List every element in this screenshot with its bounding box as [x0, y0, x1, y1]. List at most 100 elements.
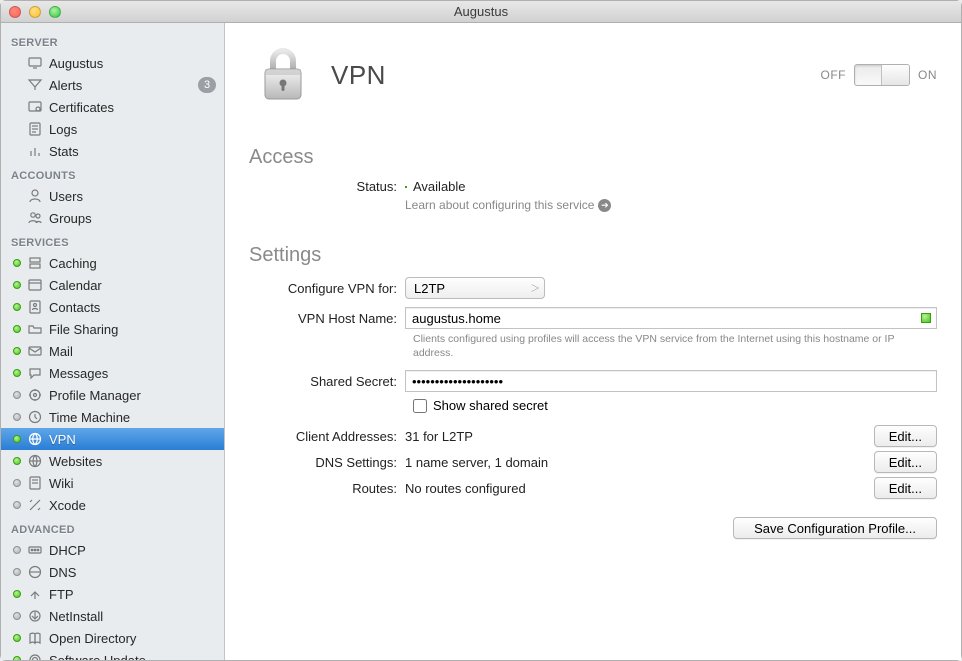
sidebar-item-timemachine[interactable]: Time Machine: [1, 406, 224, 428]
group-icon: [27, 210, 43, 226]
sidebar-item-vpn[interactable]: VPN: [1, 428, 224, 450]
sidebar-item-groups[interactable]: Groups: [1, 207, 224, 229]
sidebar-item-filesharing[interactable]: File Sharing: [1, 318, 224, 340]
dns-label: DNS Settings:: [249, 455, 405, 470]
softwareupdate-icon: [27, 652, 43, 660]
sidebar-item-ftp[interactable]: FTP: [1, 583, 224, 605]
sidebar-item-label: FTP: [49, 587, 216, 602]
sidebar-item-messages[interactable]: Messages: [1, 362, 224, 384]
sidebar-header-advanced: ADVANCED: [1, 516, 224, 539]
sidebar-item-mail[interactable]: Mail: [1, 340, 224, 362]
on-label: ON: [918, 68, 937, 82]
minimize-window-button[interactable]: [29, 6, 41, 18]
sidebar-item-label: Contacts: [49, 300, 216, 315]
routes-label: Routes:: [249, 481, 405, 496]
wiki-icon: [27, 475, 43, 491]
sidebar-item-label: Mail: [49, 344, 216, 359]
mail-icon: [27, 343, 43, 359]
edit-client-addresses-button[interactable]: Edit...: [874, 425, 937, 447]
access-heading: Access: [249, 146, 937, 169]
sidebar-item-contacts[interactable]: Contacts: [1, 296, 224, 318]
sidebar-item-logs[interactable]: Logs: [1, 118, 224, 140]
sidebar-item-label: Augustus: [49, 56, 216, 71]
status-dot: [13, 259, 21, 267]
settings-heading: Settings: [249, 244, 937, 267]
hostname-input[interactable]: [405, 307, 937, 329]
status-dot-blank: [13, 192, 21, 200]
configure-label: Configure VPN for:: [249, 281, 405, 296]
hostname-hint: Clients configured using profiles will a…: [413, 333, 937, 360]
sidebar-item-label: Xcode: [49, 498, 216, 513]
contacts-icon: [27, 299, 43, 315]
alert-icon: [27, 77, 43, 93]
status-dot: [13, 590, 21, 598]
sidebar-item-users[interactable]: Users: [1, 185, 224, 207]
sidebar-item-stats[interactable]: Stats: [1, 140, 224, 162]
zoom-window-button[interactable]: [49, 6, 61, 18]
sidebar: SERVER Augustus Alerts 3 Certificates Lo…: [1, 23, 225, 660]
sidebar-item-dhcp[interactable]: DHCP: [1, 539, 224, 561]
sidebar-item-xcode[interactable]: Xcode: [1, 494, 224, 516]
learn-link[interactable]: Learn about configuring this service ➔: [405, 198, 611, 212]
sidebar-item-caching[interactable]: Caching: [1, 252, 224, 274]
websites-icon: [27, 453, 43, 469]
window-title: Augustus: [1, 4, 961, 19]
status-dot: [13, 281, 21, 289]
arrow-right-icon: ➔: [598, 199, 611, 212]
configure-vpn-select[interactable]: L2TP: [405, 277, 545, 299]
sidebar-item-label: Logs: [49, 122, 216, 137]
opendirectory-icon: [27, 630, 43, 646]
close-window-button[interactable]: [9, 6, 21, 18]
status-dot: [13, 391, 21, 399]
sidebar-item-alerts[interactable]: Alerts 3: [1, 74, 224, 96]
status-dot: [13, 347, 21, 355]
filesharing-icon: [27, 321, 43, 337]
sidebar-item-dns[interactable]: DNS: [1, 561, 224, 583]
edit-routes-button[interactable]: Edit...: [874, 477, 937, 499]
sidebar-item-calendar[interactable]: Calendar: [1, 274, 224, 296]
status-dot: [13, 303, 21, 311]
sidebar-item-label: VPN: [49, 432, 216, 447]
sidebar-item-label: DHCP: [49, 543, 216, 558]
sidebar-item-softwareupdate[interactable]: Software Update: [1, 649, 224, 660]
sidebar-item-label: Calendar: [49, 278, 216, 293]
status-dot-blank: [13, 59, 21, 67]
status-dot: [13, 656, 21, 660]
titlebar: Augustus: [1, 1, 961, 23]
sidebar-item-label: File Sharing: [49, 322, 216, 337]
switch-knob: [881, 65, 909, 85]
sidebar-item-profilemanager[interactable]: Profile Manager: [1, 384, 224, 406]
sidebar-item-wiki[interactable]: Wiki: [1, 472, 224, 494]
sidebar-item-label: Open Directory: [49, 631, 216, 646]
status-dot-blank: [13, 147, 21, 155]
sidebar-item-label: DNS: [49, 565, 216, 580]
status-label: Status:: [249, 179, 405, 194]
sidebar-item-certificates[interactable]: Certificates: [1, 96, 224, 118]
sidebar-header-server: SERVER: [1, 29, 224, 52]
sidebar-item-label: Time Machine: [49, 410, 216, 425]
sidebar-item-label: Software Update: [49, 653, 216, 661]
edit-dns-button[interactable]: Edit...: [874, 451, 937, 473]
toggle-switch[interactable]: [854, 64, 910, 86]
show-secret-checkbox[interactable]: [413, 399, 427, 413]
sidebar-item-augustus[interactable]: Augustus: [1, 52, 224, 74]
hostname-label: VPN Host Name:: [249, 311, 405, 326]
save-configuration-button[interactable]: Save Configuration Profile...: [733, 517, 937, 539]
status-dot: [13, 457, 21, 465]
certificate-icon: [27, 99, 43, 115]
status-dot-blank: [13, 81, 21, 89]
status-dot: [13, 479, 21, 487]
status-dot: [13, 546, 21, 554]
sidebar-item-netinstall[interactable]: NetInstall: [1, 605, 224, 627]
content-pane: VPN OFF ON Access Status: Available: [225, 23, 961, 660]
status-value: Available: [413, 179, 466, 194]
sidebar-item-label: Messages: [49, 366, 216, 381]
status-dot: [13, 435, 21, 443]
status-dot: [13, 568, 21, 576]
status-dot: [13, 501, 21, 509]
sidebar-item-websites[interactable]: Websites: [1, 450, 224, 472]
user-icon: [27, 188, 43, 204]
timemachine-icon: [27, 409, 43, 425]
shared-secret-input[interactable]: [405, 370, 937, 392]
sidebar-item-opendirectory[interactable]: Open Directory: [1, 627, 224, 649]
